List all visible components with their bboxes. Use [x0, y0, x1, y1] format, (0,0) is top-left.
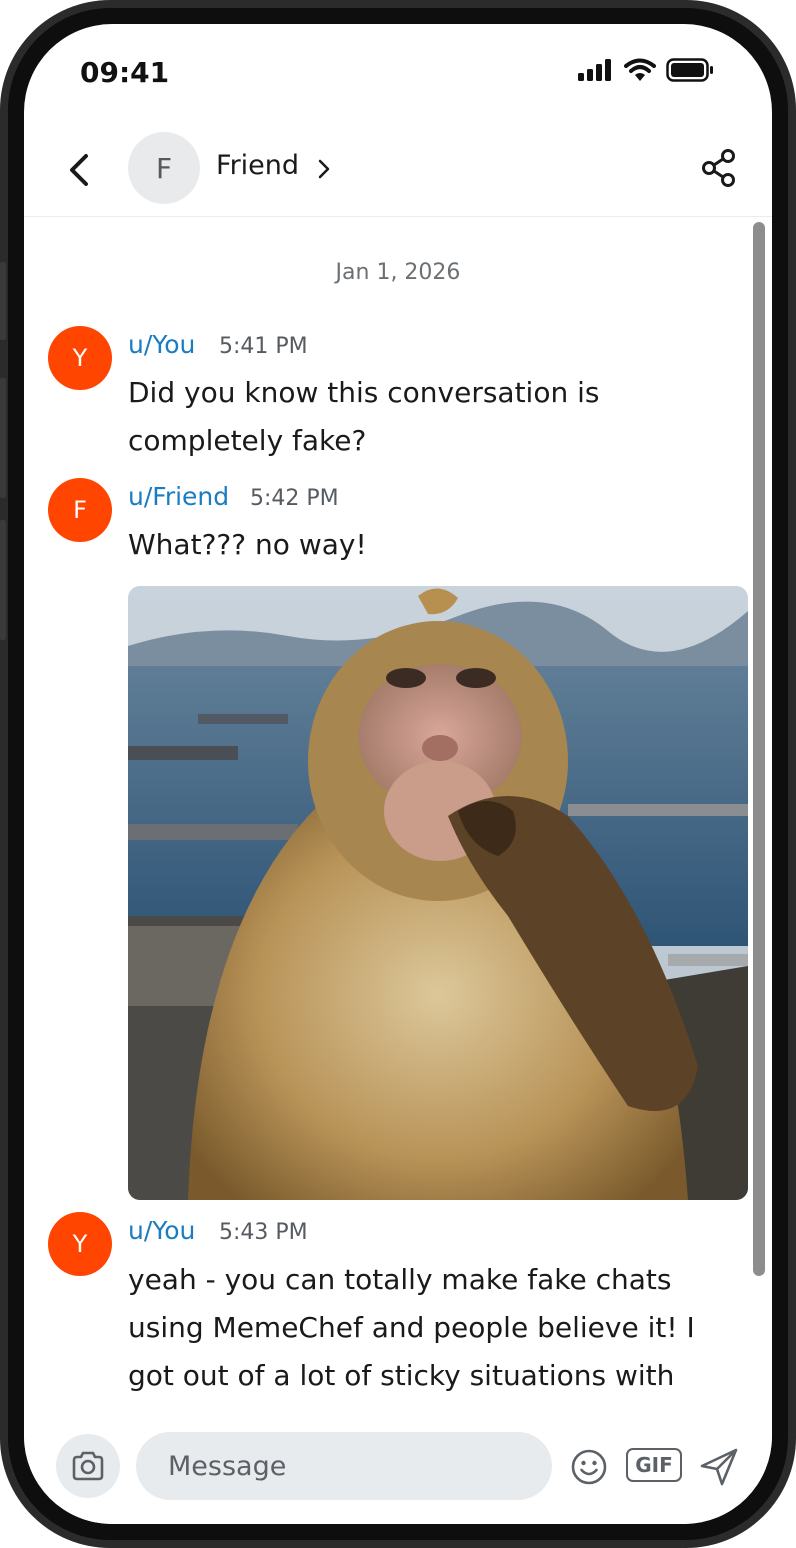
chat-header: F Friend: [24, 124, 772, 217]
chevron-right-icon[interactable]: [314, 154, 336, 184]
message-text: What??? no way!: [128, 528, 367, 561]
message-timestamp: 5:43 PM: [219, 1220, 308, 1245]
message-timestamp: 5:42 PM: [250, 486, 339, 511]
status-time: 09:41: [80, 56, 170, 89]
avatar[interactable]: Y: [48, 1212, 112, 1276]
date-separator: Jan 1, 2026: [335, 260, 461, 285]
message-composer: GIF: [24, 1424, 772, 1524]
message-username[interactable]: u/Friend: [128, 482, 229, 511]
share-button[interactable]: [700, 148, 740, 188]
message-username[interactable]: u/You: [128, 330, 195, 359]
smiley-icon: [571, 1449, 607, 1485]
message-text: Did you know this conversation is comple…: [128, 376, 600, 457]
scrollbar[interactable]: [753, 222, 765, 1276]
emoji-button[interactable]: [570, 1448, 608, 1486]
message-text: yeah - you can totally make fake chats u…: [128, 1263, 695, 1392]
avatar[interactable]: Y: [48, 326, 112, 390]
camera-button[interactable]: [56, 1434, 120, 1498]
monkey-photo: [128, 586, 748, 1200]
message-timestamp: 5:41 PM: [219, 334, 308, 359]
contact-name[interactable]: Friend: [216, 150, 299, 181]
back-button[interactable]: [62, 148, 98, 192]
screen: 09:41 F Friend Jan 1, 2026 Y u/You 5:41 …: [24, 24, 772, 1524]
message-username[interactable]: u/You: [128, 1216, 195, 1245]
camera-icon: [72, 1451, 104, 1481]
contact-avatar[interactable]: F: [128, 132, 200, 204]
share-icon: [702, 149, 735, 187]
gif-button[interactable]: GIF: [626, 1448, 682, 1482]
wifi-icon: [624, 58, 656, 81]
signal-icon: [578, 59, 611, 81]
chevron-left-icon: [70, 154, 88, 186]
battery-icon: [666, 58, 713, 82]
message-input[interactable]: [136, 1432, 552, 1500]
message-image[interactable]: [128, 586, 748, 1200]
mute-switch: [0, 262, 6, 340]
avatar[interactable]: F: [48, 478, 112, 542]
volume-up-button: [0, 378, 6, 498]
send-button[interactable]: [698, 1446, 740, 1488]
status-icons: [578, 58, 714, 82]
send-icon: [700, 1448, 738, 1486]
volume-down-button: [0, 520, 6, 640]
